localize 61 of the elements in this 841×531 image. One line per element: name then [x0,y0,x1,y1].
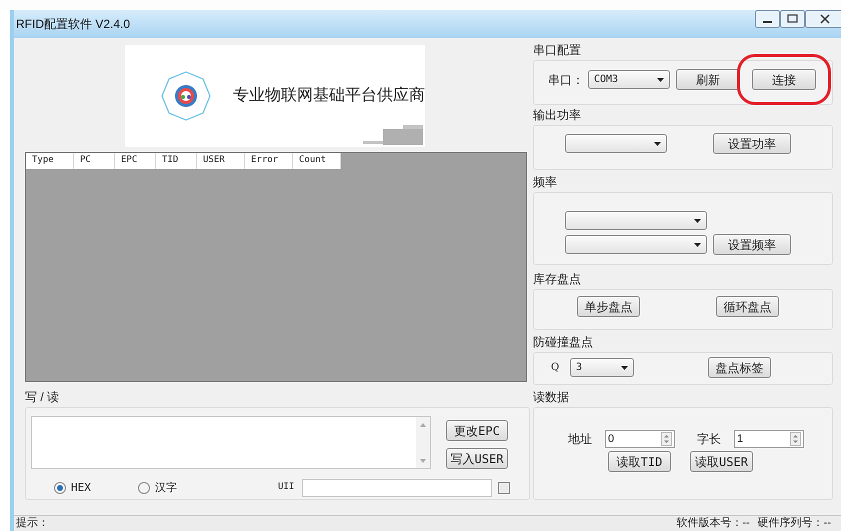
dropdown[interactable] [565,235,707,254]
checkbox[interactable] [498,482,510,494]
push-button[interactable]: 盘点标签 [708,357,771,378]
close-icon[interactable] [805,10,841,28]
dropdown[interactable]: COM3 [588,70,670,89]
group-title: 读数据 [533,390,569,405]
q-label: Q [551,361,560,375]
push-button[interactable]: 设置功率 [713,133,791,154]
column-header[interactable]: PC [74,153,115,169]
address-label: 地址 [568,431,593,448]
dropdown[interactable]: 3 [570,358,634,377]
text-area[interactable] [31,416,431,469]
group-title: 库存盘点 [533,272,581,287]
radio-label: 汉字 [155,480,177,496]
slogan: 专业物联网基础平台供应商 [233,86,425,106]
uii-field[interactable] [302,479,492,497]
uii-label: UII [278,481,294,494]
push-button[interactable]: 读取TID [608,451,671,472]
number-field[interactable]: 0 [605,430,675,448]
logo-drawing [161,71,211,121]
port-label: 串口： [548,72,585,88]
minimize-icon[interactable] [755,10,780,28]
push-button[interactable]: 更改EPC [446,420,508,441]
group-title: 写 / 读 [25,390,60,405]
push-button[interactable]: 读取USER [690,451,753,472]
column-header[interactable]: Error [245,153,293,169]
column-header[interactable]: Type [26,153,74,169]
column-header[interactable]: TID [156,153,197,169]
length-label: 字长 [697,431,722,448]
column-header[interactable]: USER [197,153,245,169]
push-button[interactable]: 刷新 [676,69,740,90]
spinner-arrows-icon [790,432,801,446]
scrollbar-icon [416,417,430,468]
dropdown[interactable] [565,211,707,230]
column-header[interactable]: Count [293,153,341,169]
push-button[interactable]: 写入USER [446,448,508,469]
push-button[interactable]: 连接 [752,69,816,90]
radio-button[interactable] [54,482,66,494]
software-version: 软件版本号：-- [676,516,750,531]
radio-button[interactable] [138,482,150,494]
push-button[interactable]: 单步盘点 [577,296,640,317]
window-title: RFID配置软件 V2.4.0 [16,16,130,33]
dropdown-arrow-icon [694,242,701,246]
group-title: 防碰撞盘点 [533,335,593,350]
group-title: 串口配置 [533,43,581,58]
push-button[interactable]: 循环盘点 [716,296,779,317]
group-title: 频率 [533,175,557,190]
dropdown[interactable] [565,134,667,153]
dropdown-arrow-icon [654,142,661,146]
dropdown-arrow-icon [694,218,701,222]
group-title: 输出功率 [533,108,581,123]
dropdown-arrow-icon [657,78,664,82]
spinner-arrows-icon [661,432,672,446]
hardware-serial: 硬件序列号：-- [758,516,831,531]
column-header[interactable]: EPC [115,153,156,169]
number-field[interactable]: 1 [734,430,804,448]
hint-text: 提示： [16,516,49,531]
maximize-icon[interactable] [780,10,805,28]
dropdown-arrow-icon [621,366,628,370]
push-button[interactable]: 设置频率 [713,234,791,255]
radio-label: HEX [71,480,91,496]
